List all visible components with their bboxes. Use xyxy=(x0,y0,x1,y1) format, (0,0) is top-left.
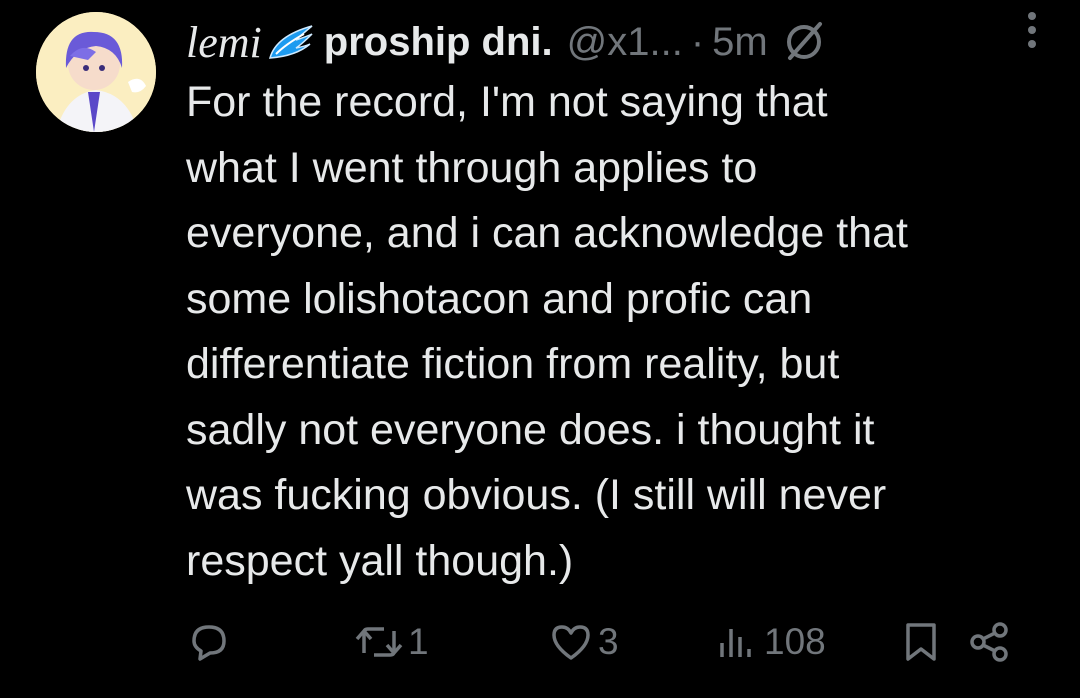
bookmark-icon xyxy=(906,623,936,661)
views-count: 108 xyxy=(764,621,826,662)
views-icon xyxy=(720,629,751,657)
share-icon xyxy=(970,622,1008,662)
action-bar: 1 3 108 xyxy=(186,610,1036,674)
more-vertical-icon[interactable] xyxy=(1024,8,1040,52)
tweet[interactable]: lemi proship dni. @x1... · 5m For the re… xyxy=(0,0,1080,698)
retweet-button[interactable]: 1 xyxy=(354,610,429,674)
display-name-suffix[interactable]: proship dni. xyxy=(324,20,553,65)
display-name[interactable]: lemi xyxy=(186,17,262,68)
bookmark-button[interactable] xyxy=(898,610,944,674)
avatar[interactable] xyxy=(36,12,156,132)
user-handle[interactable]: @x1... xyxy=(567,20,683,65)
heart-icon xyxy=(552,625,590,660)
retweet-count: 1 xyxy=(408,621,429,662)
retweet-icon xyxy=(355,627,403,657)
timestamp[interactable]: 5m xyxy=(712,20,768,65)
share-button[interactable] xyxy=(966,610,1012,674)
separator-dot: · xyxy=(690,19,705,64)
mute-slash-icon xyxy=(786,22,822,60)
avatar-image xyxy=(36,12,156,132)
like-button[interactable]: 3 xyxy=(548,610,619,674)
reply-button[interactable] xyxy=(186,610,236,674)
views-button[interactable]: 108 xyxy=(714,610,826,674)
reply-icon xyxy=(192,625,226,661)
tweet-text: For the record, I'm not saying that what… xyxy=(186,78,908,585)
wing-icon xyxy=(268,25,313,59)
tweet-header: lemi proship dni. @x1... · 5m xyxy=(186,14,1066,70)
like-count: 3 xyxy=(598,621,619,662)
